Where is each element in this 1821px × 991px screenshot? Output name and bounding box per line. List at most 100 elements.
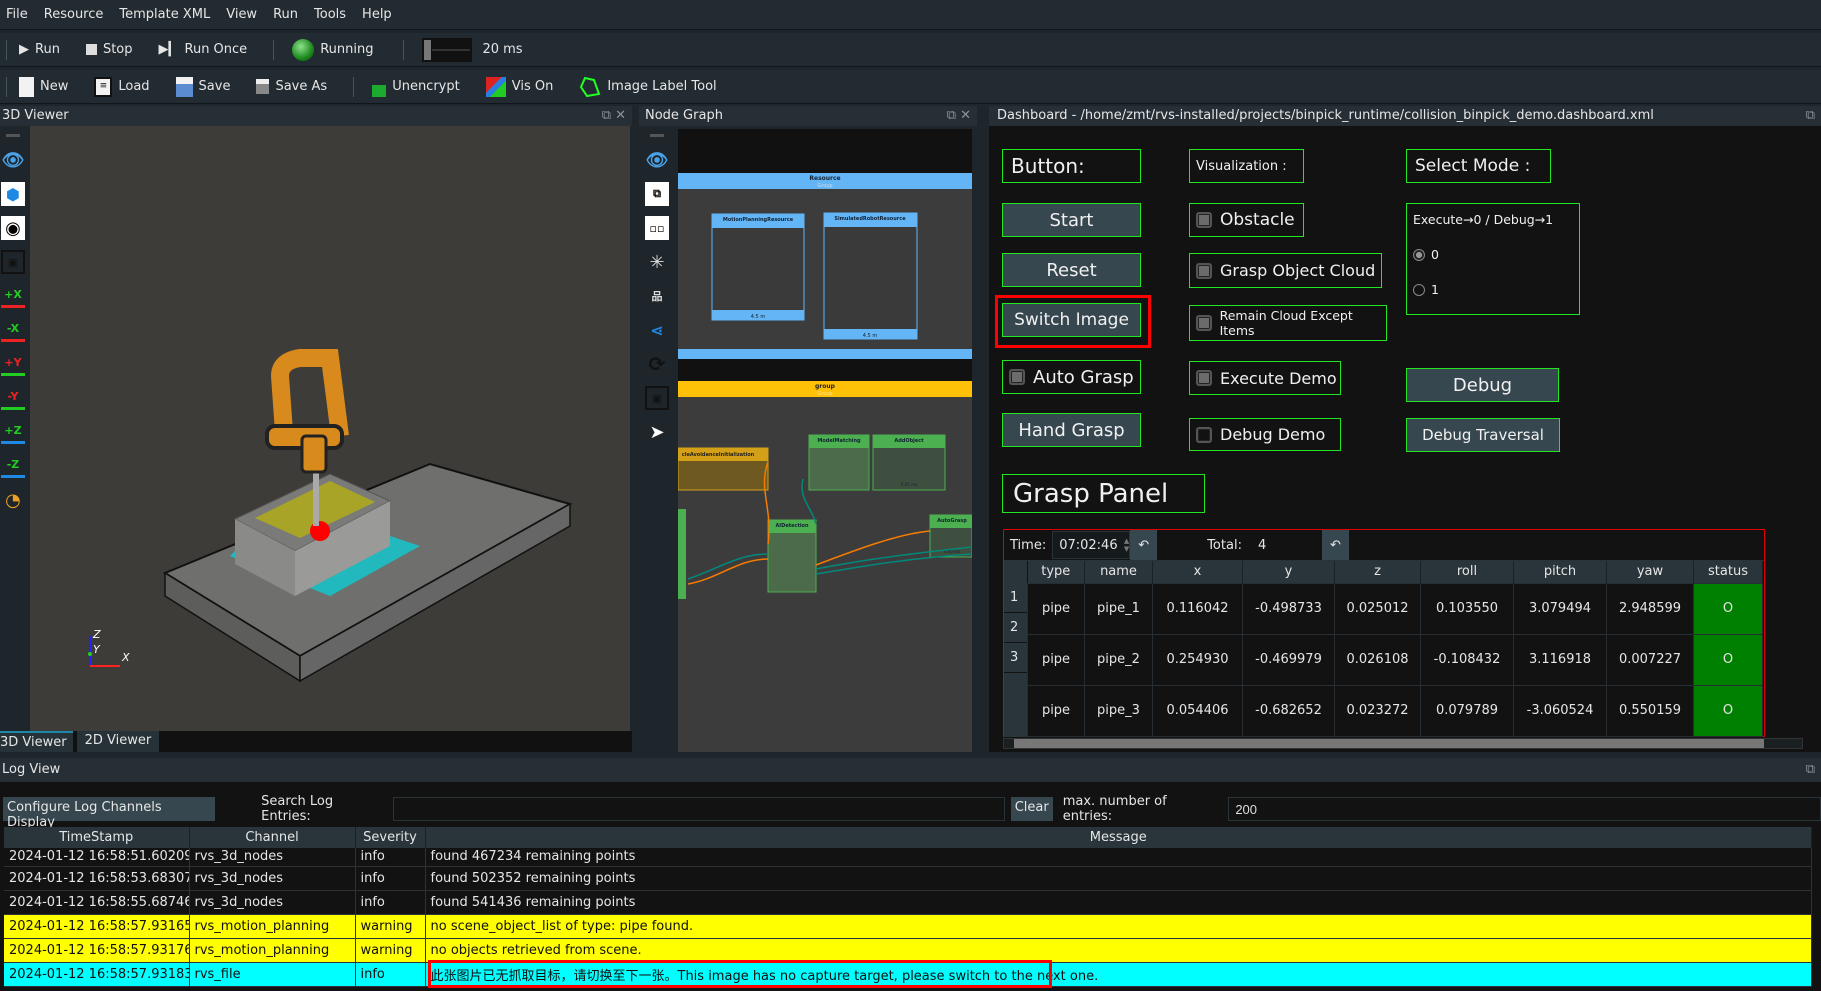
float-icon[interactable]: ⧉ (1806, 106, 1815, 126)
cell-y: -0.498733 (1242, 582, 1335, 635)
log-row[interactable]: 2024-01-12 16:58:53.683070 rvs_3d_nodes in… (4, 866, 1812, 891)
column-header-yaw[interactable]: yaw (1606, 561, 1694, 583)
total-reset-button[interactable]: ↶ (1321, 530, 1349, 560)
float-close-icon[interactable]: ⧉ ✕ (947, 106, 971, 126)
log-cell-ts: 2024-01-12 16:58:57.931760 (4, 938, 190, 963)
column-header-y[interactable]: y (1242, 561, 1335, 583)
load-button[interactable]: ≡ Load (94, 76, 150, 97)
mode-radio-1[interactable]: 1 (1413, 282, 1439, 297)
mode-radio-0[interactable]: 0 (1413, 247, 1439, 262)
layout-icon[interactable]: 品 (645, 284, 669, 308)
column-header-roll[interactable]: roll (1420, 561, 1514, 583)
cube-view-icon[interactable]: ⬢ (1, 182, 25, 206)
start-button[interactable]: Start (1002, 203, 1141, 237)
menu-view[interactable]: View (226, 7, 257, 22)
menu-tools[interactable]: Tools (314, 7, 346, 22)
pointer-icon[interactable]: ➤ (645, 420, 669, 444)
column-header-type[interactable]: type (1027, 561, 1085, 583)
group-icon[interactable]: ⧉ (645, 182, 669, 206)
refresh-icon[interactable]: ⟳ (645, 352, 669, 376)
stop-button[interactable]: Stop (85, 42, 133, 57)
image-label-tool-button[interactable]: Image Label Tool (579, 76, 717, 98)
connections-icon[interactable]: ⋖ (645, 318, 669, 342)
view-minus-z-icon[interactable]: -Z (1, 454, 25, 478)
interval-slider[interactable] (422, 37, 473, 62)
view-minus-y-icon[interactable]: -Y (1, 386, 25, 410)
log-row[interactable]: 2024-01-12 16:58:57.931657 rvs_motion_pla… (4, 914, 1812, 939)
fit-view-icon[interactable]: ✳ (645, 250, 669, 274)
menu-help[interactable]: Help (362, 7, 392, 22)
auto-grasp-checkbox[interactable]: Auto Grasp (1002, 360, 1141, 394)
switch-image-button[interactable]: Switch Image (1002, 303, 1141, 337)
time-reset-button[interactable]: ↶ (1130, 530, 1158, 560)
run-once-button[interactable]: ▶▎ Run Once (159, 42, 248, 57)
view-minus-x-icon[interactable]: -X (1, 318, 25, 342)
log-column-timestamp[interactable]: TimeStamp (4, 827, 190, 848)
log-row[interactable]: 2024-01-12 16:58:55.687461 rvs_3d_nodes in… (4, 890, 1812, 915)
vis-on-button[interactable]: Vis On (485, 76, 553, 97)
column-header-x[interactable]: x (1152, 561, 1243, 583)
menu-run[interactable]: Run (273, 7, 298, 22)
table-row[interactable]: pipe pipe_1 0.116042 -0.498733 0.025012 0.103… (1027, 582, 1763, 635)
screenshot-icon[interactable]: ▣ (645, 386, 669, 410)
log-cell-ch: rvs_3d_nodes (189, 890, 356, 915)
log-column-channel[interactable]: Channel (189, 827, 356, 848)
run-button[interactable]: ▶ Run (19, 42, 60, 57)
grasp-object-cloud-checkbox[interactable]: Grasp Object Cloud (1189, 253, 1382, 288)
save-as-button[interactable]: Save As (256, 79, 327, 94)
table-row[interactable]: pipe pipe_2 0.254930 -0.469979 0.026108 -0.10… (1027, 633, 1763, 686)
menu-template-xml[interactable]: Template XML (119, 7, 210, 22)
cell-z: 0.026108 (1334, 633, 1421, 686)
clear-button[interactable]: Clear (1010, 797, 1053, 821)
execute-demo-checkbox[interactable]: Execute Demo (1189, 361, 1341, 395)
unencrypt-button[interactable]: Unencrypt (372, 77, 460, 97)
search-log-input[interactable] (393, 797, 1005, 821)
column-header-pitch[interactable]: pitch (1513, 561, 1607, 583)
file-toolbar: New ≡ Load Save Save As Unencrypt Vis On … (0, 70, 1821, 104)
max-entries-input[interactable] (1228, 797, 1821, 821)
log-row[interactable]: 2024-01-12 16:58:57.931760 rvs_motion_pla… (4, 938, 1812, 963)
horizontal-scrollbar[interactable] (1003, 738, 1803, 749)
table-row[interactable]: pipe pipe_3 0.054406 -0.682652 0.023272 0.079… (1027, 684, 1763, 738)
tab-3d-viewer[interactable]: 3D Viewer (0, 731, 73, 752)
new-button[interactable]: New (19, 76, 68, 97)
node-graph-canvas[interactable]: Resource Group MotionPlanningResource 4.… (678, 129, 972, 752)
ungroup-icon[interactable]: ▫▫ (645, 216, 669, 240)
column-header-name[interactable]: name (1084, 561, 1153, 583)
debug-traversal-button[interactable]: Debug Traversal (1406, 418, 1560, 452)
debug-demo-checkbox[interactable]: Debug Demo (1189, 418, 1341, 451)
menu-resource[interactable]: Resource (44, 7, 104, 22)
obstacle-checkbox[interactable]: Obstacle (1189, 203, 1304, 237)
view-plus-z-icon[interactable]: +Z (1, 420, 25, 444)
log-column-severity[interactable]: Severity (355, 827, 426, 848)
column-header-status[interactable]: status (1693, 561, 1763, 583)
load-icon: ≡ (94, 76, 113, 97)
reset-button[interactable]: Reset (1002, 253, 1141, 287)
menu-file[interactable]: File (6, 7, 28, 22)
checkbox-icon (1009, 369, 1025, 385)
measure-icon[interactable]: ◔ (1, 488, 25, 512)
float-icon[interactable]: ⧉ (1806, 758, 1815, 782)
log-row[interactable]: 2024-01-12 16:58:51.602090 rvs_3d_nodes in… (4, 848, 1812, 867)
eye-icon[interactable]: 👁 (645, 148, 669, 172)
time-spinbox[interactable]: 07:02:46 ▲ ▼ (1052, 531, 1131, 559)
target-icon[interactable]: ◉ (1, 216, 25, 240)
tab-2d-viewer[interactable]: 2D Viewer (76, 731, 160, 752)
configure-log-channels-button[interactable]: Configure Log Channels Display (3, 797, 216, 830)
3d-scene[interactable]: Z Y X (30, 126, 630, 731)
checkbox-icon (1196, 212, 1212, 228)
cell-roll: 0.079789 (1420, 684, 1514, 738)
view-plus-x-icon[interactable]: +X (1, 284, 25, 308)
debug-button[interactable]: Debug (1406, 368, 1559, 402)
view-plus-y-icon[interactable]: +Y (1, 352, 25, 376)
svg-text:4.5 m: 4.5 m (863, 333, 878, 339)
float-close-icon[interactable]: ⧉ ✕ (602, 106, 626, 126)
hand-grasp-button[interactable]: Hand Grasp (1002, 413, 1141, 447)
shapes-icon (485, 76, 506, 97)
screenshot-icon[interactable]: ▣ (1, 250, 25, 274)
eye-icon[interactable]: 👁 (1, 148, 25, 172)
save-button[interactable]: Save (175, 76, 230, 97)
column-header-z[interactable]: z (1334, 561, 1421, 583)
log-column-message[interactable]: Message (425, 827, 1812, 848)
remain-cloud-checkbox[interactable]: Remain Cloud Except Items (1189, 305, 1387, 341)
